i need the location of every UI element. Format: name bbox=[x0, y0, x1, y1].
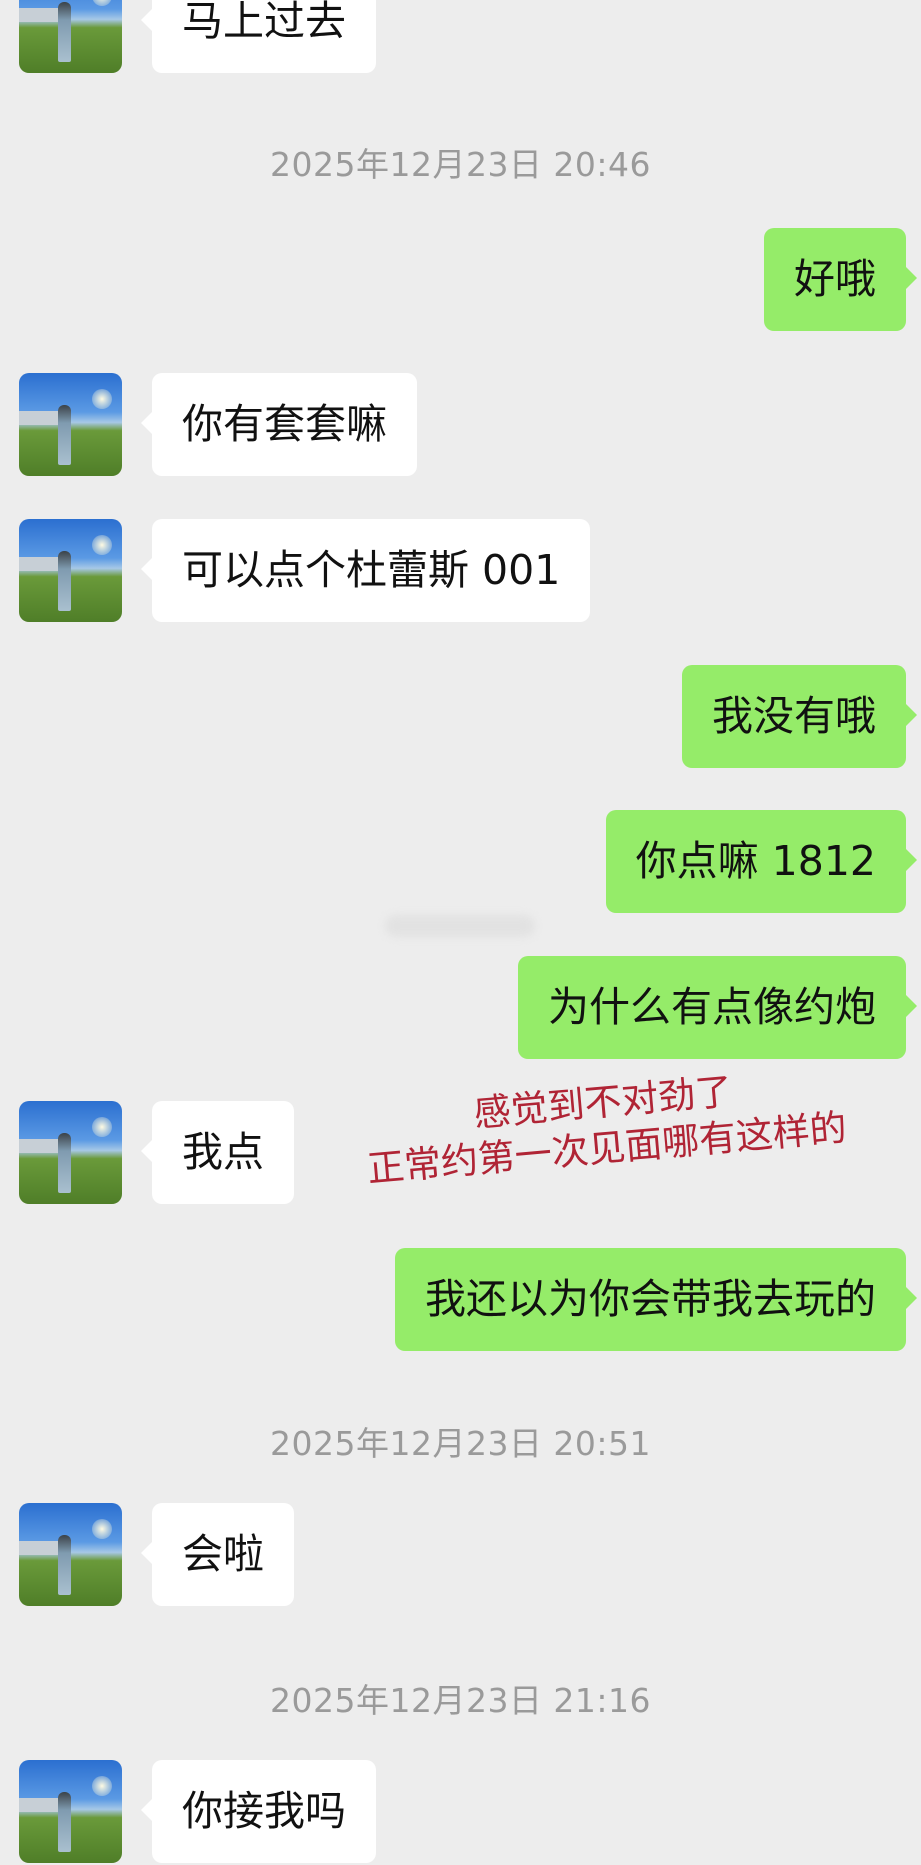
outgoing-message-bubble[interactable]: 为什么有点像约炮 bbox=[518, 956, 917, 1059]
message-row-incoming: 会啦 bbox=[0, 1503, 921, 1608]
message-row-incoming: 马上过去 bbox=[0, 0, 921, 75]
message-row-outgoing: 好哦 bbox=[0, 228, 921, 333]
timestamp: 2025年12月23日 21:16 bbox=[269, 1681, 652, 1720]
contact-avatar[interactable] bbox=[19, 1760, 122, 1863]
incoming-message-bubble[interactable]: 你接我吗 bbox=[141, 1760, 376, 1863]
contact-avatar[interactable] bbox=[19, 373, 122, 476]
incoming-message-bubble[interactable]: 我点 bbox=[141, 1101, 294, 1204]
message-row-incoming: 你有套套嘛 bbox=[0, 373, 921, 478]
contact-avatar[interactable] bbox=[19, 519, 122, 622]
outgoing-message-bubble[interactable]: 好哦 bbox=[764, 228, 917, 331]
contact-avatar[interactable] bbox=[19, 1101, 122, 1204]
message-row-outgoing: 我还以为你会带我去玩的 bbox=[0, 1248, 921, 1353]
timestamp: 2025年12月23日 20:51 bbox=[269, 1424, 652, 1463]
outgoing-message-bubble[interactable]: 我没有哦 bbox=[682, 665, 917, 768]
contact-avatar[interactable] bbox=[19, 1503, 122, 1606]
incoming-message-bubble[interactable]: 会啦 bbox=[141, 1503, 294, 1606]
timestamp: 2025年12月23日 20:46 bbox=[269, 145, 652, 184]
outgoing-message-bubble[interactable]: 我还以为你会带我去玩的 bbox=[395, 1248, 917, 1351]
incoming-message-bubble[interactable]: 马上过去 bbox=[141, 0, 376, 73]
message-row-incoming: 你接我吗 bbox=[0, 1760, 921, 1865]
contact-avatar[interactable] bbox=[19, 0, 122, 73]
outgoing-message-bubble[interactable]: 你点嘛 1812 bbox=[605, 810, 918, 913]
message-row-incoming: 可以点个杜蕾斯 001 bbox=[0, 519, 921, 624]
incoming-message-bubble[interactable]: 可以点个杜蕾斯 001 bbox=[140, 519, 591, 622]
incoming-message-bubble[interactable]: 你有套套嘛 bbox=[141, 373, 417, 476]
message-row-outgoing: 为什么有点像约炮 bbox=[0, 956, 921, 1061]
message-row-outgoing: 你点嘛 1812 bbox=[0, 810, 921, 915]
blurred-watermark bbox=[385, 915, 535, 937]
message-row-outgoing: 我没有哦 bbox=[0, 665, 921, 770]
